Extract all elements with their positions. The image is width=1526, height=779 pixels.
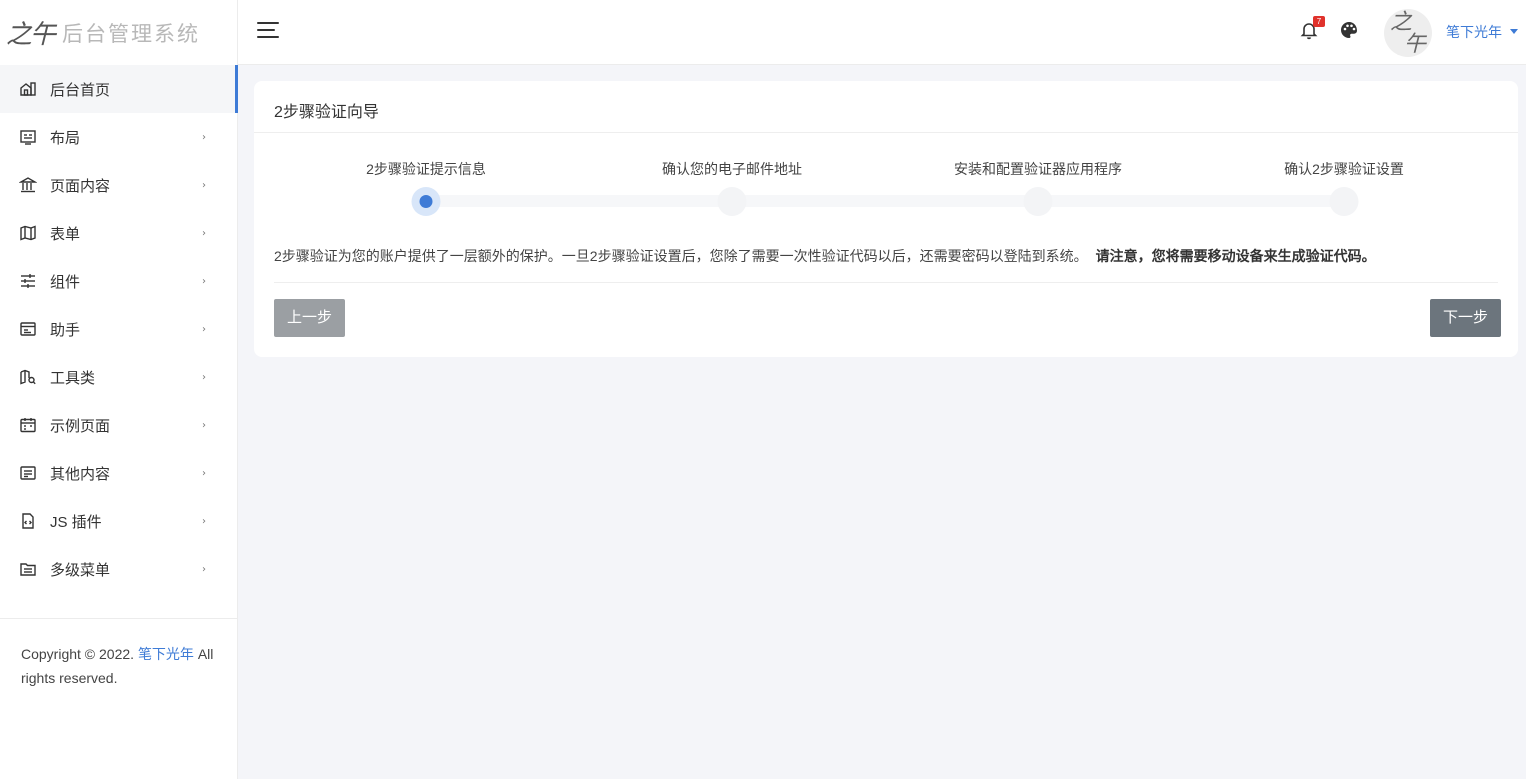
sidebar-item-label: 助手 (50, 321, 81, 339)
logo-text: 后台管理系统 (62, 22, 201, 46)
sidebar-item-label: 组件 (50, 273, 81, 291)
calendar-icon (19, 416, 37, 434)
file-code-icon (19, 512, 37, 530)
sidebar-item-label: JS 插件 (50, 513, 102, 531)
card-divider (274, 282, 1498, 283)
chevron-right-icon: › (202, 419, 206, 431)
step-dot-3[interactable] (1023, 187, 1053, 216)
copyright: Copyright © 2022. 笔下光年 All rights reserv… (21, 642, 221, 690)
sidebar-item-components[interactable]: 组件 › (0, 257, 237, 305)
palette-icon[interactable] (1339, 20, 1359, 40)
chevron-right-icon: › (202, 467, 206, 479)
sliders-icon (19, 272, 37, 290)
sidebar-item-forms[interactable]: 表单 › (0, 209, 237, 257)
caret-down-icon[interactable] (1510, 29, 1518, 34)
sidebar-item-multilevel[interactable]: 多级菜单 › (0, 545, 237, 593)
chevron-right-icon: › (202, 323, 206, 335)
step-label-3[interactable]: 安装和配置验证器应用程序 (954, 159, 1122, 179)
browser-icon (19, 320, 37, 338)
progress-track (426, 195, 1346, 207)
sidebar-item-label: 示例页面 (50, 417, 111, 435)
avatar[interactable]: 之 午 (1384, 9, 1432, 57)
chevron-right-icon: › (202, 563, 206, 575)
sidebar-item-label: 其他内容 (50, 465, 111, 483)
sidebar-item-page-content[interactable]: 页面内容 › (0, 161, 237, 209)
chevron-right-icon: › (202, 371, 206, 383)
notification-badge: 7 (1313, 16, 1325, 27)
step-label-2[interactable]: 确认您的电子邮件地址 (662, 159, 802, 179)
step-label-1[interactable]: 2步骤验证提示信息 (366, 159, 486, 179)
sidebar-item-home[interactable]: 后台首页 (0, 65, 238, 113)
card-title: 2步骤验证向导 (254, 81, 1518, 133)
copyright-link[interactable]: 笔下光年 (138, 646, 194, 662)
user-menu-name[interactable]: 笔下光年 (1446, 22, 1502, 42)
sidebar-item-js-plugins[interactable]: JS 插件 › (0, 497, 237, 545)
logo-mark: 之午 (6, 20, 56, 50)
sidebar-item-label: 后台首页 (50, 81, 111, 99)
step-label-4[interactable]: 确认2步骤验证设置 (1284, 159, 1404, 179)
sidebar-item-other[interactable]: 其他内容 › (0, 449, 237, 497)
chevron-right-icon: › (202, 179, 206, 191)
folder-icon (19, 560, 37, 578)
copyright-prefix: Copyright © 2022. (21, 646, 138, 662)
sidebar: 之午 后台管理系统 后台首页 布局 › 页面内容 › 表单 › 组件 › 助手 … (0, 0, 238, 779)
wizard-card: 2步骤验证向导 2步骤验证提示信息 确认您的电子邮件地址 安装和配置验证器应用程… (254, 81, 1518, 357)
prev-button[interactable]: 上一步 (274, 299, 346, 337)
sidebar-item-layout[interactable]: 布局 › (0, 113, 237, 161)
message-square-icon (19, 464, 37, 482)
sidebar-item-label: 页面内容 (50, 177, 111, 195)
chevron-right-icon: › (202, 227, 206, 239)
avatar-glyph: 之 (1390, 10, 1413, 35)
logo[interactable]: 之午 后台管理系统 (0, 0, 237, 65)
notice-text: 请注意，您将需要移动设备来生成验证代码。 (1095, 248, 1376, 264)
sidebar-item-label: 布局 (50, 129, 81, 147)
sidebar-menu: 后台首页 布局 › 页面内容 › 表单 › 组件 › 助手 › 工具类 › 示例… (0, 65, 238, 593)
wizard-steps: 2步骤验证提示信息 确认您的电子邮件地址 安装和配置验证器应用程序 确认2步骤验… (254, 133, 1518, 233)
next-button[interactable]: 下一步 (1430, 299, 1502, 337)
step-dot-4[interactable] (1329, 187, 1359, 216)
sidebar-divider (0, 618, 237, 619)
top-header: 7 之 午 笔下光年 (238, 0, 1526, 65)
step-dot-1[interactable] (411, 187, 441, 216)
chevron-right-icon: › (202, 275, 206, 287)
chevron-right-icon: › (202, 515, 206, 527)
avatar-glyph: 午 (1404, 32, 1427, 57)
home-building-icon (19, 80, 37, 98)
layout-icon (19, 128, 37, 146)
description-text: 2步骤验证为您的账户提供了一层额外的保护。一旦2步骤验证设置后，您除了需要一次性… (274, 248, 1088, 264)
sidebar-item-label: 工具类 (50, 369, 96, 387)
bank-icon (19, 176, 37, 194)
step-dot-2[interactable] (717, 187, 747, 216)
chevron-right-icon: › (202, 131, 206, 143)
menu-toggle-icon[interactable] (257, 22, 279, 40)
map-search-icon (19, 368, 37, 386)
sidebar-item-examples[interactable]: 示例页面 › (0, 401, 237, 449)
step-description: 2步骤验证为您的账户提供了一层额外的保护。一旦2步骤验证设置后，您除了需要一次性… (274, 246, 1376, 266)
sidebar-item-label: 多级菜单 (50, 561, 111, 579)
sidebar-item-label: 表单 (50, 225, 81, 243)
sidebar-item-utilities[interactable]: 工具类 › (0, 353, 237, 401)
map-icon (19, 224, 37, 242)
sidebar-item-helpers[interactable]: 助手 › (0, 305, 237, 353)
